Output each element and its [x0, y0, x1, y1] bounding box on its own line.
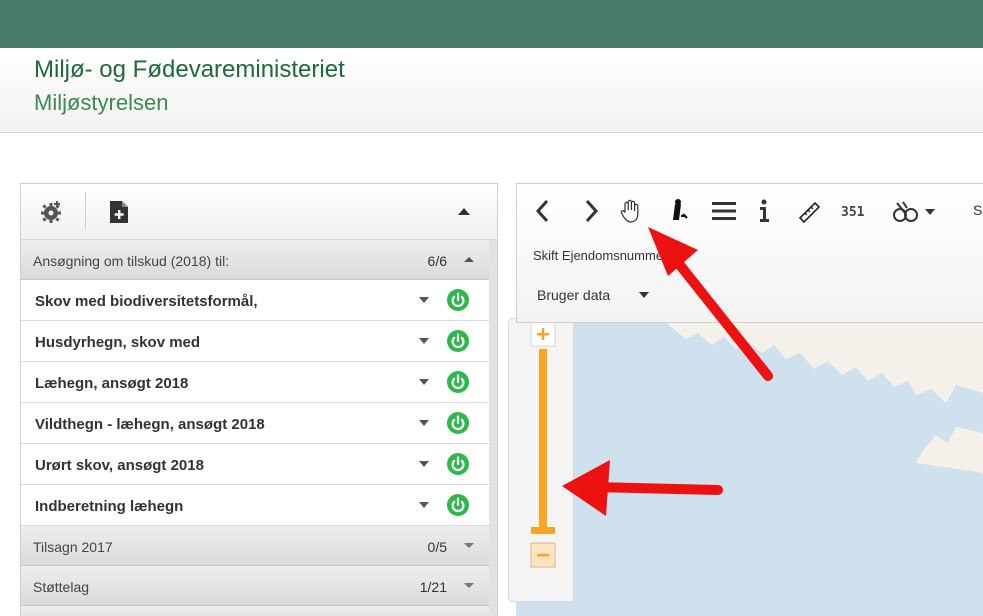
chevron-down-icon[interactable]	[639, 292, 649, 299]
agency-title[interactable]: Miljøstyrelsen	[34, 90, 168, 116]
coordinate-icon[interactable]: 351	[839, 198, 873, 224]
layer-item-label: Husdyrhegn, skov med	[35, 334, 201, 351]
power-toggle-icon[interactable]	[447, 453, 469, 475]
layer-item[interactable]: Skov med biodiversitetsformål,	[21, 280, 491, 321]
power-toggle-icon[interactable]	[447, 330, 469, 352]
identify-icon[interactable]	[669, 198, 691, 224]
group-row-tilsagn-2017[interactable]: Tilsagn 2017 0/5	[21, 526, 491, 566]
top-bar	[0, 0, 983, 48]
map-view[interactable]	[516, 323, 983, 616]
chevron-up-icon[interactable]	[463, 254, 475, 264]
chevron-down-icon[interactable]	[419, 378, 429, 386]
coordinate-icon-text: 351	[841, 205, 865, 220]
coastline-shape	[666, 323, 983, 473]
group-count: 6/6	[427, 253, 447, 269]
pan-hand-icon[interactable]	[619, 198, 643, 224]
chevron-down-icon[interactable]	[419, 296, 429, 304]
layer-item[interactable]: Vildthegn - læhegn, ansøgt 2018	[21, 403, 491, 444]
new-document-icon[interactable]	[109, 200, 129, 224]
group-count: 1/21	[419, 579, 447, 595]
group-label: Tilsagn 2017	[33, 539, 113, 555]
power-toggle-icon[interactable]	[447, 412, 469, 434]
layer-list: Ansøgning om tilskud (2018) til: 6/6 Sko…	[21, 240, 491, 616]
layer-item-label: Læhegn, ansøgt 2018	[35, 375, 189, 392]
layer-item-label: Skov med biodiversitetsformål,	[35, 293, 258, 310]
zoom-handle[interactable]	[531, 527, 555, 534]
tools-icon[interactable]	[891, 198, 937, 224]
chevron-down-icon[interactable]	[463, 580, 475, 590]
forward-icon[interactable]	[583, 198, 599, 224]
chevron-down-icon[interactable]	[419, 337, 429, 345]
layers-panel-toolbar	[21, 184, 497, 240]
layers-panel: Ansøgning om tilskud (2018) til: 6/6 Sko…	[20, 183, 498, 616]
layer-item[interactable]: Urørt skov, ansøgt 2018	[21, 444, 491, 485]
ministry-title[interactable]: Miljø- og Fødevareministeriet	[34, 56, 345, 84]
power-toggle-icon[interactable]	[447, 289, 469, 311]
group-row-stottelag[interactable]: Støttelag 1/21	[21, 566, 491, 606]
group-count: 0/5	[427, 539, 447, 555]
layer-item-label: Vildthegn - læhegn, ansøgt 2018	[35, 416, 265, 433]
chevron-down-icon[interactable]	[419, 460, 429, 468]
layer-item[interactable]: Husdyrhegn, skov med	[21, 321, 491, 362]
site-header: Miljø- og Fødevareministeriet Miljøstyre…	[0, 48, 983, 133]
power-toggle-icon[interactable]	[447, 371, 469, 393]
layers-list-icon[interactable]	[711, 198, 737, 224]
gear-icon[interactable]	[39, 200, 63, 224]
zoom-control	[508, 318, 574, 602]
measure-icon[interactable]	[797, 198, 821, 224]
chevron-down-icon[interactable]	[419, 419, 429, 427]
chevron-down-icon[interactable]	[419, 501, 429, 509]
map-toolbar: 351 S Skift Ejendomsnummer Bruger data	[516, 183, 983, 323]
chevron-down-icon[interactable]	[463, 540, 475, 550]
toolbar-divider	[85, 192, 86, 230]
bruger-data-menu[interactable]: Bruger data	[537, 287, 610, 303]
info-icon[interactable]	[757, 198, 771, 224]
back-icon[interactable]	[535, 198, 551, 224]
zoom-track[interactable]	[539, 349, 547, 532]
truncated-label[interactable]: S	[973, 202, 982, 218]
power-toggle-icon[interactable]	[447, 494, 469, 516]
group-row-partial[interactable]	[21, 606, 491, 616]
group-label: Støttelag	[33, 579, 90, 595]
collapse-icon[interactable]	[458, 206, 470, 216]
layer-item[interactable]: Indberetning læhegn	[21, 485, 491, 526]
skift-ejendomsnummer-link[interactable]: Skift Ejendomsnummer	[533, 248, 667, 263]
layer-item-label: Indberetning læhegn	[35, 498, 184, 515]
scrollbar[interactable]	[489, 240, 497, 616]
layer-item[interactable]: Læhegn, ansøgt 2018	[21, 362, 491, 403]
layer-item-label: Urørt skov, ansøgt 2018	[35, 457, 204, 474]
group-label: Ansøgning om tilskud (2018) til:	[33, 253, 230, 269]
zoom-slider[interactable]	[509, 319, 575, 603]
group-row-ansogning-2018[interactable]: Ansøgning om tilskud (2018) til: 6/6	[21, 240, 491, 280]
